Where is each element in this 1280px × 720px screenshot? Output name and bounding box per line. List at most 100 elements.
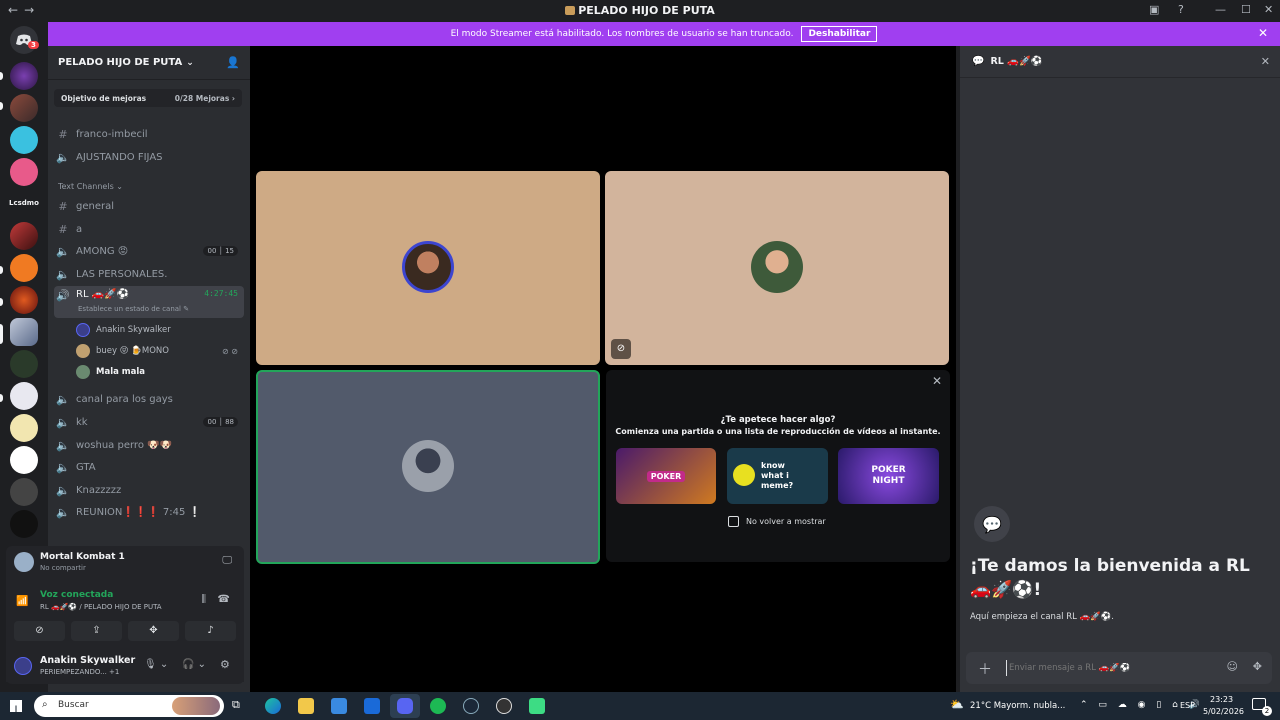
server-icon[interactable] — [10, 382, 38, 410]
weather-text[interactable]: 21°C Mayorm. nubla... — [970, 701, 1065, 711]
server-icon[interactable] — [10, 94, 38, 122]
speaker-icon: 🔈 — [56, 483, 70, 497]
avatar[interactable] — [14, 657, 32, 675]
video-tile-mala-mala[interactable] — [256, 370, 600, 564]
android-app-icon[interactable] — [529, 698, 545, 714]
soundboard-icon[interactable]: ♪ — [185, 621, 236, 641]
headset-icon[interactable]: 🎧 ⌄ — [182, 659, 206, 670]
maximize-icon[interactable]: ☐ — [1241, 3, 1251, 16]
category-text-channels[interactable]: Text Channels ⌄ — [58, 182, 123, 191]
apps-icon[interactable]: ✥ — [1253, 660, 1262, 673]
channel-among[interactable]: 🔈 AMONG 😡 00 │ 15 — [54, 241, 244, 261]
windows-start-icon[interactable] — [10, 700, 22, 712]
windows-taskbar: ⌕ Buscar ⧉ ⛅ 21°C Mayorm. nubla... ⌃ ▭ ☁… — [0, 692, 1280, 720]
folder-label: Lcsdmo — [9, 199, 39, 207]
channel-las-personales[interactable]: 🔈 LAS PERSONALES. — [54, 264, 244, 284]
server-icon[interactable] — [10, 446, 38, 474]
channel-reunion[interactable]: 🔈 REUNION❗❗❗ 7:45 ❕ — [54, 502, 244, 522]
boost-goal[interactable]: Objetivo de mejoras 0/28 Mejoras › — [54, 89, 242, 107]
task-view-icon[interactable]: ⧉ — [232, 698, 248, 714]
language-indicator[interactable]: ESP — [1180, 701, 1195, 710]
unread-pip — [0, 298, 3, 306]
speaker-active-icon: 🔊 — [56, 289, 70, 302]
clock-date[interactable]: 5/02/2026 — [1203, 707, 1244, 716]
close-icon[interactable]: ✕ — [1264, 3, 1273, 16]
activity-row[interactable]: Mortal Kombat 1 No compartir 🖵 — [14, 550, 236, 576]
help-icon[interactable]: ? — [1178, 3, 1184, 16]
channel-rl-active[interactable]: 🔊 RL 🚗🚀⚽ 4:27:45 Establece un estado de … — [54, 286, 244, 318]
dont-show-again[interactable]: No volver a mostrar — [728, 516, 826, 527]
voice-location[interactable]: RL 🚗🚀⚽ / PELADO HIJO DE PUTA — [40, 603, 162, 611]
channel-status-hint[interactable]: Establece un estado de canal ✎ — [78, 305, 189, 313]
spotify-icon[interactable] — [430, 698, 446, 714]
server-icon[interactable] — [10, 222, 38, 250]
channel-canal-para-los-gays[interactable]: 🔈 canal para los gays — [54, 389, 244, 409]
server-icon[interactable] — [10, 350, 38, 378]
chat-header: 💬 RL 🚗🚀⚽ ✕ — [960, 46, 1280, 78]
channel-a[interactable]: # a — [54, 219, 244, 239]
welcome-icon: 💬 — [974, 506, 1010, 542]
activity-poker[interactable]: POKER — [616, 448, 716, 504]
camera-off-icon[interactable]: ⊘ — [14, 621, 65, 641]
channel-woshua-perro[interactable]: 🔈 woshua perro 🐶🐶 — [54, 435, 244, 455]
user-name[interactable]: Anakin Skywalker — [40, 655, 135, 666]
close-icon[interactable]: ✕ — [932, 374, 942, 388]
add-attachment-icon[interactable]: ＋ — [978, 659, 992, 679]
steam-icon[interactable] — [463, 698, 479, 714]
server-icon[interactable] — [10, 62, 38, 90]
disconnect-icon[interactable]: ☎ — [218, 594, 230, 605]
taskbar-search[interactable]: ⌕ Buscar — [34, 695, 224, 717]
streamer-mode-banner: El modo Streamer está habilitado. Los no… — [48, 22, 1280, 46]
checkbox[interactable] — [728, 516, 739, 527]
noise-suppression-icon[interactable]: ⫼ — [201, 594, 206, 605]
channel-ajustando-fijas[interactable]: 🔈 AJUSTANDO FIJAS — [54, 147, 244, 167]
emoji-icon[interactable]: ☺ — [1227, 660, 1238, 673]
voice-status[interactable]: Voz conectada — [40, 590, 113, 600]
outlook-icon[interactable] — [364, 698, 380, 714]
home-button[interactable] — [10, 26, 38, 54]
channel-knazzzzz[interactable]: 🔈 Knazzzzz — [54, 480, 244, 500]
mic-icon[interactable]: 🎙 ⌄ — [144, 659, 168, 670]
clock-time[interactable]: 23:23 — [1210, 695, 1233, 704]
voice-member[interactable]: Mala mala — [76, 363, 242, 381]
server-icon[interactable] — [10, 254, 38, 282]
activities-icon[interactable]: ✥ — [128, 621, 179, 641]
edge-icon[interactable] — [265, 698, 281, 714]
channel-kk[interactable]: 🔈 kk 00 │ 88 — [54, 412, 244, 432]
speaker-icon: 🔈 — [56, 460, 70, 474]
voice-member[interactable]: Anakin Skywalker — [76, 321, 242, 339]
guild-header[interactable]: PELADO HIJO DE PUTA ⌄ 👤 — [48, 46, 250, 80]
channel-general[interactable]: # general — [54, 196, 244, 216]
server-icon[interactable] — [10, 414, 38, 442]
obs-icon[interactable] — [496, 698, 512, 714]
server-icon-selected[interactable] — [10, 318, 38, 346]
channel-franco-imbecil[interactable]: # franco-imbecil — [54, 124, 244, 144]
video-tile-buey[interactable]: ⊘ — [605, 171, 949, 365]
video-tile-anakin[interactable] — [256, 171, 600, 365]
activity-poker-night[interactable]: POKER NIGHT — [838, 448, 939, 504]
inbox-icon[interactable]: ▣ — [1149, 3, 1159, 16]
disable-streamer-button[interactable]: Deshabilitar — [801, 26, 878, 42]
server-icon[interactable] — [10, 478, 38, 506]
server-icon[interactable] — [10, 510, 38, 538]
channel-gta[interactable]: 🔈 GTA — [54, 457, 244, 477]
add-member-icon[interactable]: 👤 — [226, 56, 240, 69]
gear-icon[interactable]: ⚙ — [220, 658, 230, 671]
file-explorer-icon[interactable] — [298, 698, 314, 714]
discord-icon[interactable] — [397, 698, 413, 714]
close-banner-icon[interactable]: ✕ — [1258, 26, 1268, 40]
close-icon[interactable]: ✕ — [1261, 55, 1270, 68]
chat-panel: 💬 RL 🚗🚀⚽ ✕ 💬 ¡Te damos la bienvenida a R… — [960, 46, 1280, 692]
voice-member[interactable]: buey 😝 🍺MONO ⊘ ⊘ — [76, 342, 242, 360]
video-off-icon: ⊘ — [611, 339, 631, 359]
server-icon[interactable] — [10, 286, 38, 314]
store-icon[interactable] — [331, 698, 347, 714]
server-icon[interactable] — [10, 158, 38, 186]
server-icon[interactable] — [10, 126, 38, 154]
screen-share-icon[interactable]: 🖵 — [222, 555, 232, 566]
message-input[interactable] — [1006, 660, 1206, 676]
activity-know-what-i-meme[interactable]: know what i meme? — [727, 448, 828, 504]
minimize-icon[interactable]: — — [1215, 3, 1226, 16]
screen-share-icon[interactable]: ⇪ — [71, 621, 122, 641]
search-highlight-image — [172, 697, 220, 715]
